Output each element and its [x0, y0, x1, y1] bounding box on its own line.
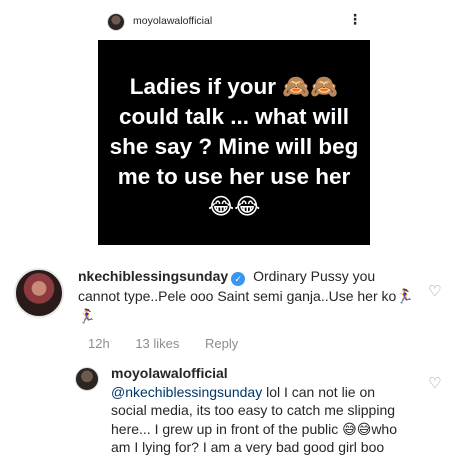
comment-likes[interactable]: 13 likes	[135, 336, 179, 351]
avatar[interactable]	[107, 13, 125, 31]
avatar[interactable]	[75, 367, 99, 391]
more-options-icon[interactable]: ⋮	[348, 12, 362, 26]
avatar[interactable]	[14, 268, 64, 318]
verified-badge-icon: ✓	[231, 272, 246, 286]
like-heart-icon[interactable]: ♡	[428, 374, 441, 392]
like-heart-icon[interactable]: ♡	[428, 282, 441, 300]
post-image[interactable]: Ladies if your 🙈🙈 could talk ... what wi…	[98, 40, 370, 245]
reply-button[interactable]: Reply	[205, 336, 238, 351]
comment-body: moyolawalofficial @nkechiblessingsunday …	[111, 364, 411, 457]
post-image-text: Ladies if your 🙈🙈 could talk ... what wi…	[109, 73, 359, 219]
post-username[interactable]: moyolawalofficial	[133, 15, 212, 27]
comment-username[interactable]: moyolawalofficial	[111, 365, 228, 381]
comment-body: nkechiblessingsunday ✓ Ordinary Pussy you…	[78, 266, 418, 326]
comment-meta: 12h 13 likes Reply	[88, 336, 260, 351]
comment-time: 12h	[88, 336, 110, 351]
post-header: moyolawalofficial ⋮	[0, 0, 450, 40]
comment-username[interactable]: nkechiblessingsunday	[78, 268, 228, 284]
mention-link[interactable]: @nkechiblessingsunday	[111, 384, 262, 400]
